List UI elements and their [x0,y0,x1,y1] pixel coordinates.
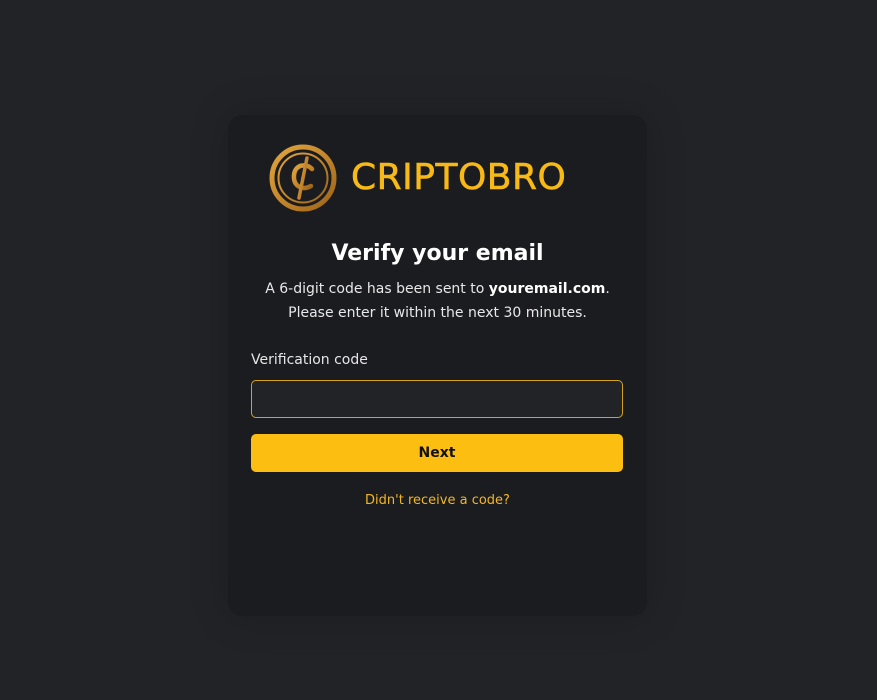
verify-card: CRIPTOBRO Verify your email A 6-digit co… [228,115,647,616]
page-title: Verify your email [331,241,544,266]
desc-suffix: . [605,281,610,297]
resend-code-link[interactable]: Didn't receive a code? [228,492,647,510]
verification-code-label: Verification code [251,352,368,368]
brand-name: CRIPTOBRO [351,157,567,198]
email-address: youremail.com [488,281,606,297]
verify-description: A 6-digit code has been sent to youremai… [238,277,637,325]
desc-line2: Please enter it within the next 30 minut… [288,305,587,321]
verification-code-input[interactable] [251,380,623,418]
desc-prefix: A 6-digit code has been sent to [265,281,489,297]
brand-header: CRIPTOBRO [269,144,566,212]
cent-coin-icon [269,144,337,212]
next-button[interactable]: Next [251,434,623,472]
